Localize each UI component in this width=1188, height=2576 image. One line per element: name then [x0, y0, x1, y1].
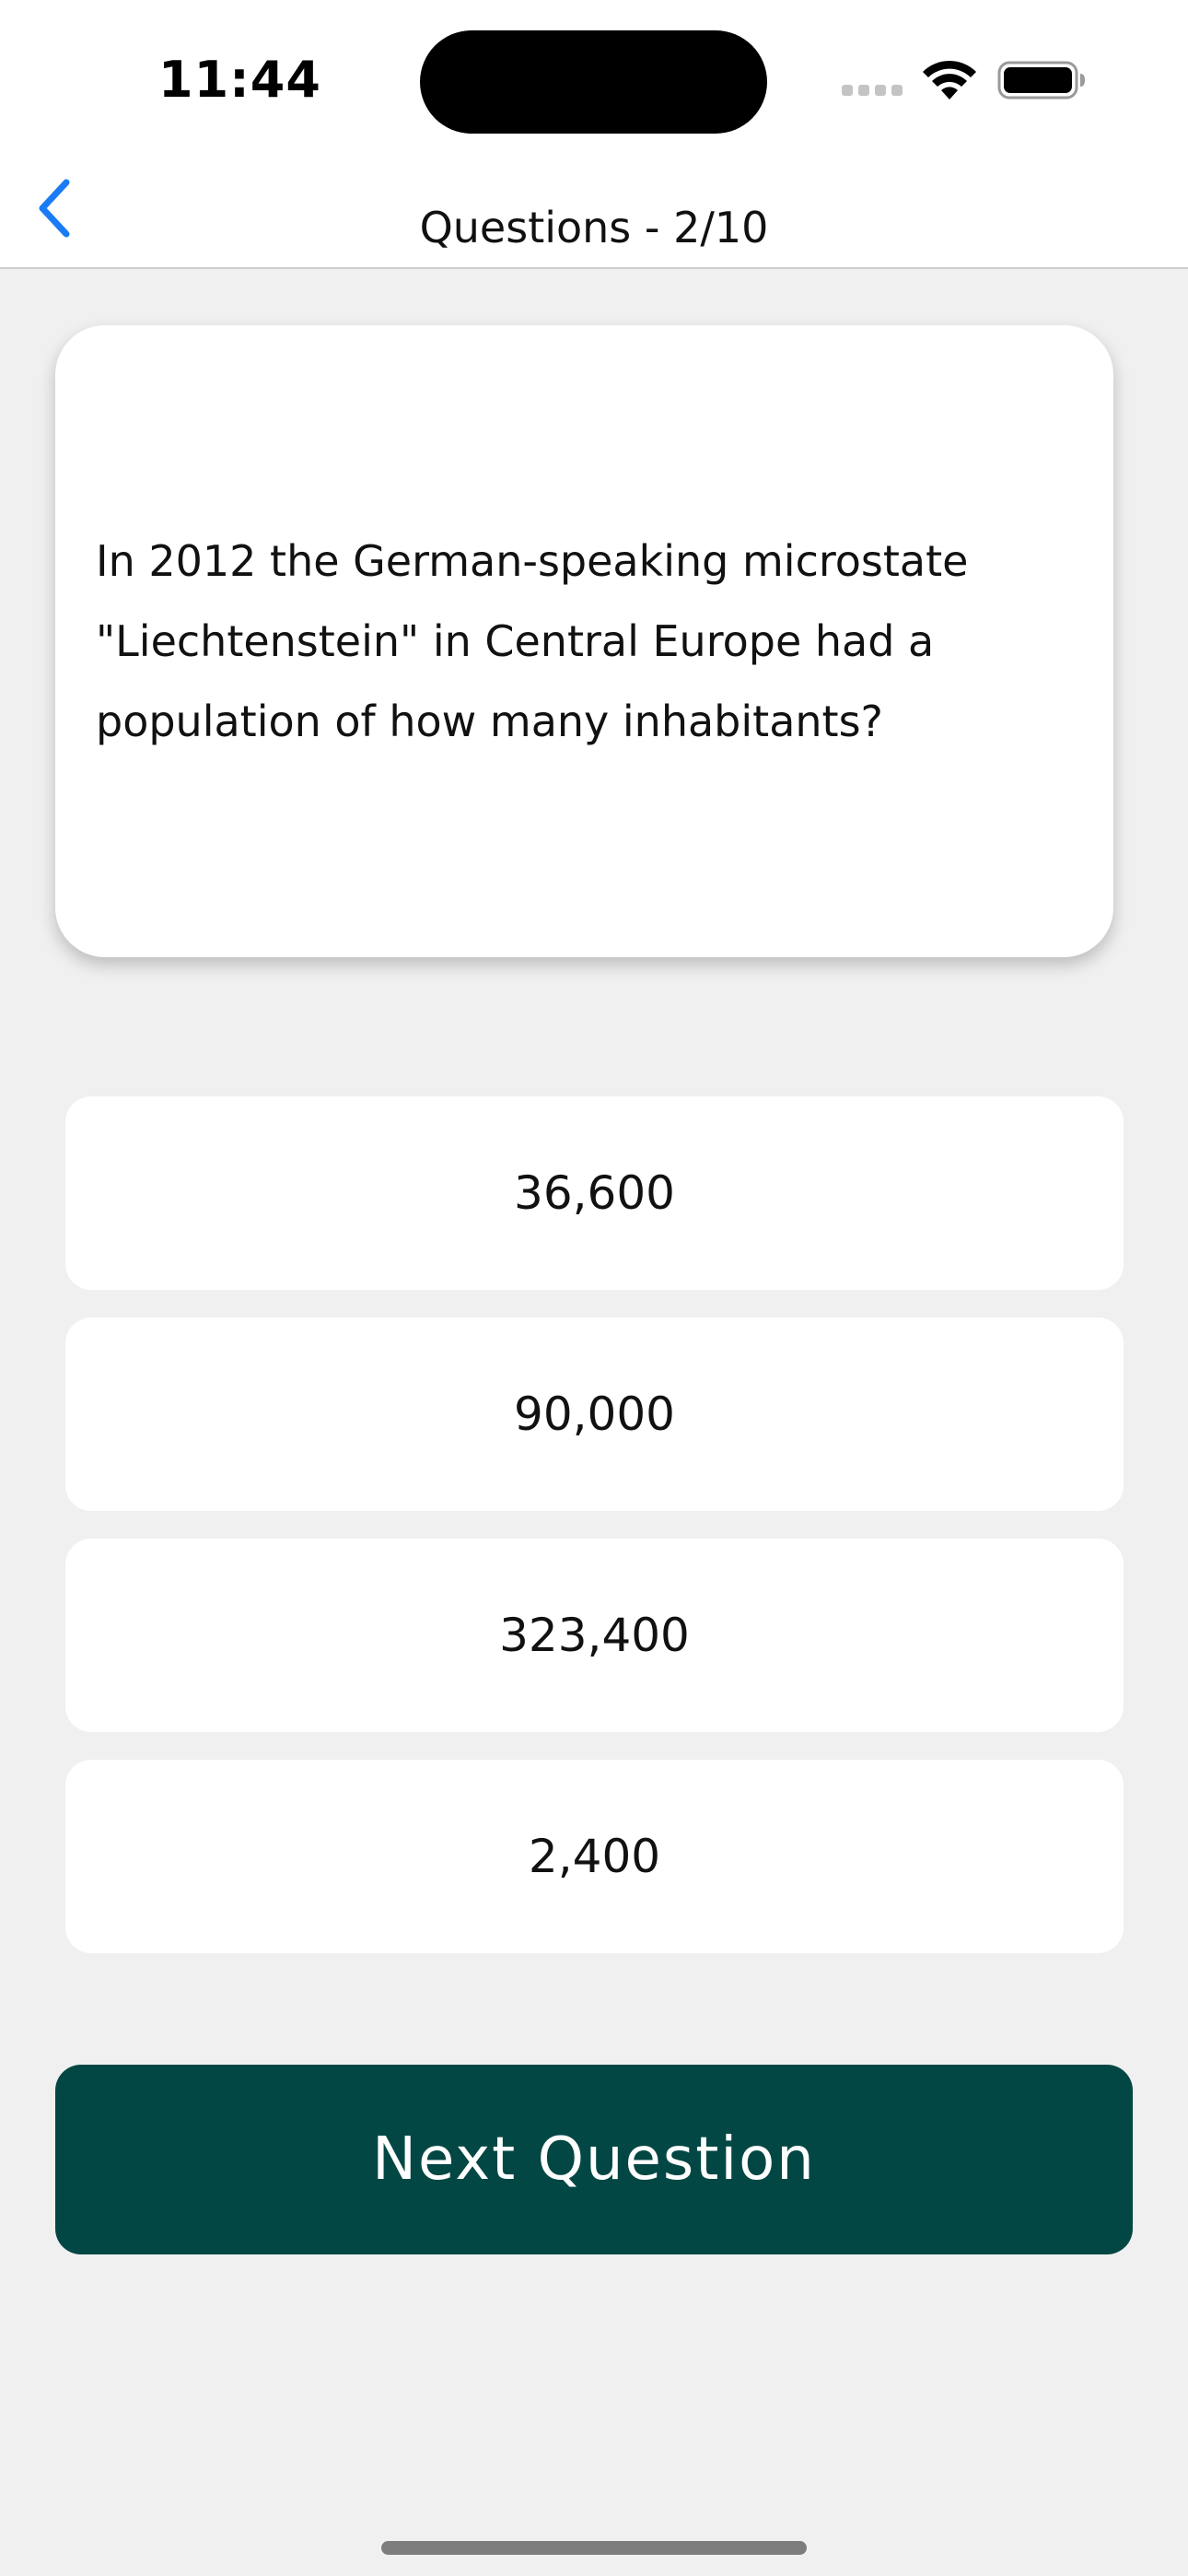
- dynamic-island: [420, 30, 767, 134]
- question-card: In 2012 the German-speaking microstate "…: [55, 325, 1113, 957]
- question-text: In 2012 the German-speaking microstate "…: [96, 535, 969, 746]
- header-area: 11:44 Questions - 2/10: [0, 0, 1188, 269]
- answer-option-1[interactable]: 36,600: [65, 1096, 1124, 1290]
- status-time: 11:44: [158, 51, 321, 109]
- page-title: Questions - 2/10: [419, 203, 769, 252]
- battery-icon: [997, 61, 1086, 100]
- answer-option-2[interactable]: 90,000: [65, 1317, 1124, 1511]
- wifi-icon: [921, 59, 978, 101]
- next-question-button[interactable]: Next Question: [55, 2065, 1133, 2254]
- cellular-signal-icon: [842, 85, 904, 98]
- answer-option-3[interactable]: 323,400: [65, 1539, 1124, 1732]
- answer-option-4[interactable]: 2,400: [65, 1760, 1124, 1953]
- home-indicator[interactable]: [381, 2541, 807, 2555]
